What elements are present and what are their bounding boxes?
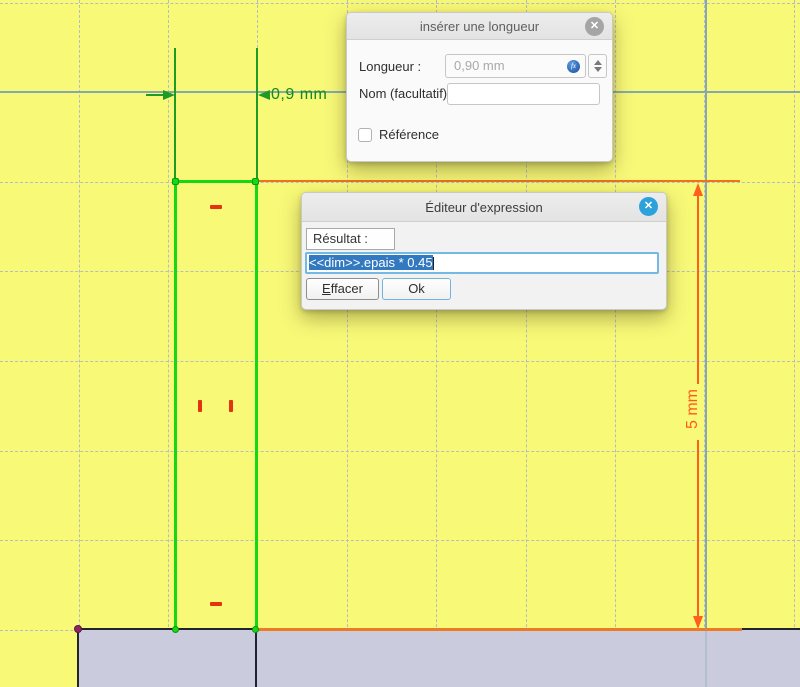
solid-body-edge[interactable] [255, 628, 257, 687]
expression-editor-dialog: Éditeur d'expression ✕ Résultat : 0,90 <… [301, 192, 667, 310]
height-dimension-line-upper[interactable] [697, 187, 699, 384]
name-input[interactable] [447, 83, 600, 105]
horizontal-constraint-icon[interactable] [210, 205, 222, 209]
vertical-axis-line[interactable] [705, 0, 707, 629]
text-caret [433, 257, 434, 270]
name-label: Nom (facultatif) [359, 86, 447, 101]
length-label: Longueur : [359, 59, 421, 74]
length-value: 0,90 mm [454, 58, 505, 73]
length-input[interactable]: 0,90 mm fx [445, 54, 586, 78]
sketch-vertex-bottom-right[interactable] [252, 626, 259, 633]
length-spinbox[interactable] [588, 54, 607, 78]
result-readout: Résultat : 0,90 [306, 228, 395, 250]
dim-arrow-down-icon [693, 616, 703, 629]
vertical-constraint-icon[interactable] [198, 400, 202, 412]
sketch-vertex-top-right[interactable] [252, 178, 259, 185]
grid-line [0, 540, 800, 541]
close-icon[interactable]: ✕ [639, 197, 658, 216]
reference-label: Référence [379, 127, 439, 142]
grid-line [615, 0, 616, 687]
sketch-line-right[interactable] [255, 180, 258, 629]
ok-button[interactable]: Ok [382, 278, 451, 300]
sketch-vertex-top-left[interactable] [172, 178, 179, 185]
width-dimension-label[interactable]: 0,9 mm [271, 86, 327, 104]
expression-input[interactable]: <<dim>>.epais * 0.45 [305, 252, 659, 274]
height-dimension-label[interactable]: 5 mm [684, 381, 704, 437]
external-vertex[interactable] [74, 625, 82, 633]
dim-arrow-tail [146, 94, 164, 96]
sketch-line-top[interactable] [174, 180, 258, 183]
grid-line [0, 3, 800, 4]
vertical-axis-line-overlap [705, 629, 707, 687]
reference-checkbox[interactable] [358, 128, 372, 142]
dim-arrow-right-icon [163, 90, 175, 100]
sketch-top-edge-line-orange[interactable] [257, 180, 740, 182]
grid-line [794, 0, 795, 687]
dim-extension-line-left [174, 48, 176, 181]
insert-length-dialog: insérer une longueur ✕ Longueur : 0,90 m… [346, 12, 613, 162]
dim-extension-line-right [256, 48, 258, 181]
dim-arrow-left-icon [258, 90, 270, 100]
grid-line [168, 0, 169, 687]
sketch-vertex-bottom-left[interactable] [172, 626, 179, 633]
dialog-title: insérer une longueur [420, 19, 539, 34]
dialog-titlebar[interactable]: insérer une longueur ✕ [347, 13, 612, 40]
vertical-constraint-icon[interactable] [229, 400, 233, 412]
spin-up-icon[interactable] [594, 60, 602, 65]
horizontal-constraint-icon[interactable] [210, 602, 222, 606]
dialog-title: Éditeur d'expression [425, 200, 542, 215]
sketch-line-left[interactable] [174, 180, 177, 629]
height-dimension-line-lower[interactable] [697, 440, 699, 627]
expression-icon[interactable]: fx [567, 60, 580, 73]
solid-body-face[interactable] [77, 628, 800, 687]
clear-button[interactable]: Effacer [306, 278, 379, 300]
expression-selected-text: <<dim>>.epais * 0.45 [309, 255, 433, 270]
grid-line [0, 451, 800, 452]
grid-line [0, 361, 800, 362]
sketcher-viewport[interactable]: 0,9 mm 5 mm insérer une longueur ✕ Longu… [0, 0, 800, 687]
grid-line [79, 0, 80, 687]
sketch-bottom-edge-line[interactable] [257, 628, 742, 631]
spin-down-icon[interactable] [594, 67, 602, 72]
dim-arrow-up-icon [693, 183, 703, 196]
dialog-titlebar[interactable]: Éditeur d'expression ✕ [302, 193, 666, 222]
close-icon[interactable]: ✕ [585, 17, 604, 36]
